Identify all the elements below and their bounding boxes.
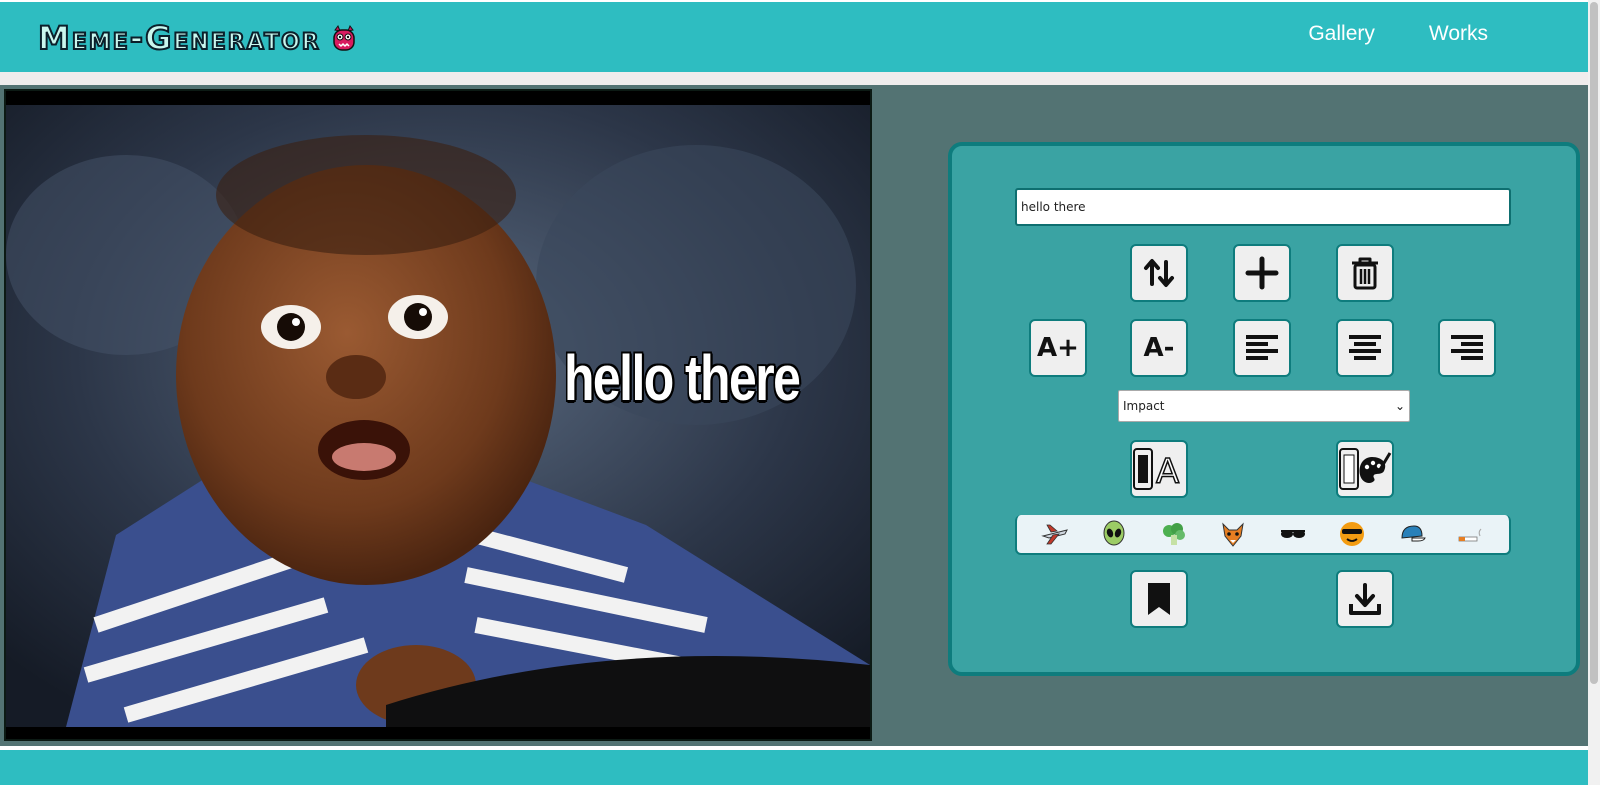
sticker-alien[interactable] xyxy=(1100,520,1128,548)
svg-text:A: A xyxy=(1156,452,1179,491)
sticker-cap[interactable] xyxy=(1398,520,1426,548)
increase-font-label: A+ xyxy=(1037,333,1079,363)
scrollbar[interactable] xyxy=(1588,0,1600,785)
meme-image xyxy=(6,105,870,727)
delete-line-button[interactable] xyxy=(1336,244,1394,302)
editor-panel: A+ A- xyxy=(948,142,1580,676)
plus-icon xyxy=(1245,256,1279,290)
align-right-button[interactable] xyxy=(1438,319,1496,377)
sticker-fox[interactable] xyxy=(1219,520,1247,548)
alien-icon xyxy=(1103,520,1125,546)
airplane-icon xyxy=(1040,524,1068,545)
sticker-cool-face[interactable] xyxy=(1338,520,1366,548)
chevron-down-icon: ⌄ xyxy=(1394,399,1405,413)
swap-vertical-icon xyxy=(1144,259,1174,287)
footer xyxy=(0,750,1588,785)
logo-text: Meme-Generator xyxy=(37,18,321,58)
header: Meme-Generator Gallery Works xyxy=(0,2,1588,72)
bookmark-icon xyxy=(1148,583,1170,615)
stroke-color-button[interactable]: A xyxy=(1130,440,1188,498)
align-left-button[interactable] xyxy=(1233,319,1291,377)
palette-icon xyxy=(1339,448,1392,490)
decrease-font-label: A- xyxy=(1143,333,1175,363)
sticker-sunglasses[interactable] xyxy=(1279,520,1307,548)
meme-canvas[interactable]: hello there xyxy=(4,89,872,741)
nav-works[interactable]: Works xyxy=(1429,22,1488,46)
meme-text-input[interactable] xyxy=(1015,188,1511,226)
font-select-value: Impact xyxy=(1123,399,1165,413)
download-icon xyxy=(1349,583,1381,615)
cool-face-icon xyxy=(1340,522,1365,546)
align-center-icon xyxy=(1349,335,1381,360)
sticker-cigarette[interactable] xyxy=(1457,520,1485,548)
sticker-airplane[interactable] xyxy=(1040,520,1069,548)
broccoli-icon xyxy=(1162,523,1185,545)
scrollbar-thumb[interactable] xyxy=(1590,2,1598,684)
download-button[interactable] xyxy=(1336,570,1394,628)
save-meme-button[interactable] xyxy=(1130,570,1188,628)
nav: Gallery Works xyxy=(1308,22,1488,46)
switch-line-button[interactable] xyxy=(1130,244,1188,302)
fox-icon xyxy=(1222,522,1244,547)
sticker-broccoli[interactable] xyxy=(1160,520,1188,548)
align-center-button[interactable] xyxy=(1336,319,1394,377)
cigarette-icon xyxy=(1458,528,1482,542)
align-right-icon xyxy=(1451,335,1483,360)
monster-icon xyxy=(331,24,357,52)
sticker-bar xyxy=(1015,515,1511,555)
trash-icon xyxy=(1352,257,1378,290)
fill-color-button[interactable] xyxy=(1336,440,1394,498)
sunglasses-icon xyxy=(1280,530,1305,538)
logo[interactable]: Meme-Generator xyxy=(37,18,357,58)
align-left-icon xyxy=(1246,335,1278,360)
font-family-select[interactable]: Impact ⌄ xyxy=(1118,390,1410,422)
header-divider xyxy=(0,72,1588,85)
main-area: hello there hello there A+ A- Impact ⌄ A xyxy=(0,85,1588,746)
cap-icon xyxy=(1401,525,1426,542)
add-line-button[interactable] xyxy=(1233,244,1291,302)
increase-font-button[interactable]: A+ xyxy=(1029,319,1087,377)
decrease-font-button[interactable]: A- xyxy=(1130,319,1188,377)
nav-gallery[interactable]: Gallery xyxy=(1308,22,1375,46)
text-stroke-icon: A xyxy=(1133,448,1180,491)
page: Meme-Generator Gallery Works hello there… xyxy=(0,0,1600,785)
meme-caption[interactable]: hello there xyxy=(564,341,801,415)
